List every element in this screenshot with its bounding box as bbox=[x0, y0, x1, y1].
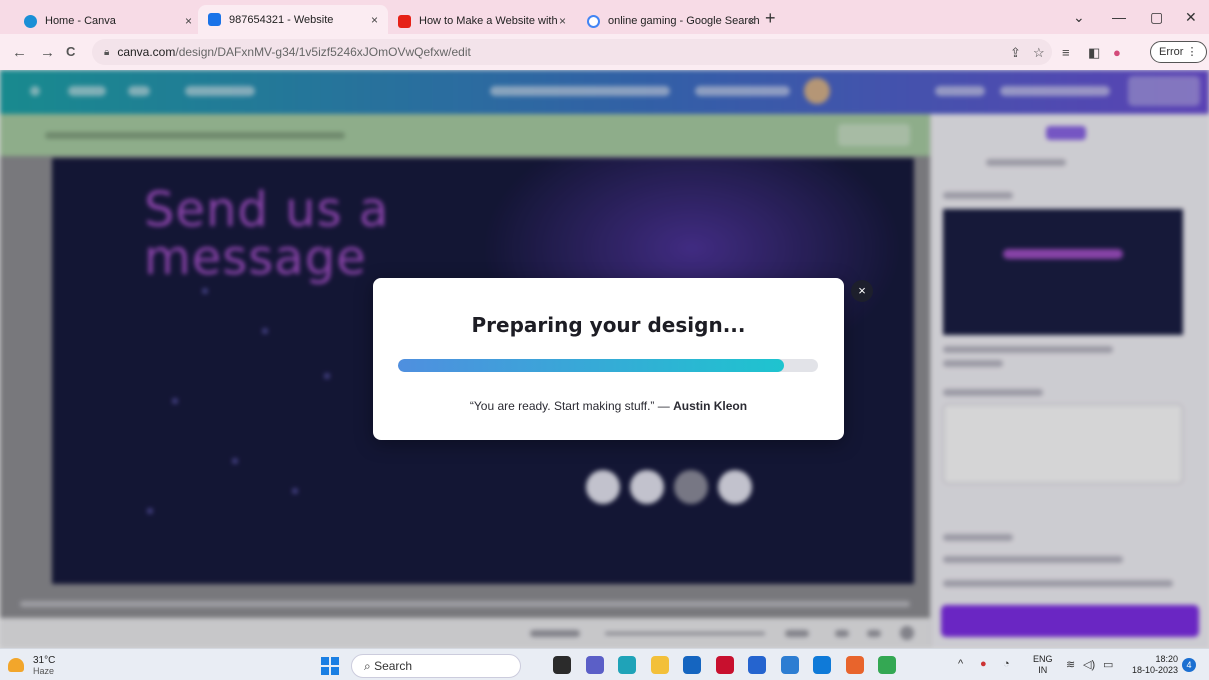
forward-button[interactable]: → bbox=[40, 44, 55, 61]
tab-close-icon[interactable]: × bbox=[185, 14, 192, 28]
url-path: /design/DAFxnMV-g34/1v5izf5246xJOmOVwQef… bbox=[175, 45, 471, 59]
weather-haze-icon[interactable] bbox=[8, 658, 24, 672]
tab-google-search[interactable]: online gaming - Google Search × bbox=[577, 8, 765, 34]
share-icon[interactable]: ⇪ bbox=[1010, 45, 1021, 61]
chat-icon[interactable] bbox=[585, 656, 604, 674]
reading-list-icon[interactable]: ≡ bbox=[1062, 45, 1070, 60]
volume-icon[interactable]: ◁) bbox=[1083, 658, 1095, 671]
google-favicon-icon bbox=[587, 14, 600, 28]
new-tab-button[interactable]: + bbox=[765, 8, 776, 29]
address-bar[interactable]: 🔒︎ canva.com/design/DAFxnMV-g34/1v5izf52… bbox=[92, 39, 1052, 65]
minimize-button[interactable]: — bbox=[1112, 9, 1126, 25]
quote-author: Austin Kleon bbox=[673, 399, 748, 413]
tab-title: 987654321 - Website bbox=[229, 13, 334, 26]
bookmark-star-icon[interactable]: ☆ bbox=[1033, 45, 1045, 61]
lock-icon: 🔒︎ bbox=[104, 46, 110, 58]
network-tray-icon[interactable]: ◔ bbox=[1003, 658, 1010, 670]
reload-button[interactable]: C bbox=[66, 44, 75, 59]
browser-toolbar: ← → C 🔒︎ canva.com/design/DAFxnMV-g34/1v… bbox=[0, 34, 1209, 70]
file-explorer-icon[interactable] bbox=[650, 656, 669, 674]
canva-favicon-icon bbox=[24, 14, 37, 28]
close-window-button[interactable]: ✕ bbox=[1185, 9, 1197, 26]
progress-bar-fill bbox=[398, 359, 785, 372]
profile-error-chip[interactable]: Error ⋮ bbox=[1150, 41, 1207, 63]
tab-close-icon[interactable]: × bbox=[559, 14, 566, 28]
side-panel-icon[interactable]: ◧ bbox=[1088, 45, 1100, 61]
mcafee-icon[interactable] bbox=[715, 656, 734, 674]
tab-title: Home - Canva bbox=[45, 15, 116, 27]
back-button[interactable]: ← bbox=[12, 44, 27, 61]
browser-tab-strip: Home - Canva × 987654321 - Website × How… bbox=[0, 0, 1209, 34]
tab-close-icon[interactable]: × bbox=[371, 13, 378, 27]
search-icon: ⌕ bbox=[364, 659, 375, 673]
region-code: IN bbox=[1038, 665, 1048, 675]
url-host: canva.com bbox=[117, 45, 176, 59]
weather-condition[interactable]: Haze bbox=[33, 666, 54, 676]
chrome-icon[interactable] bbox=[878, 656, 896, 674]
windows-start-icon[interactable] bbox=[321, 657, 339, 675]
task-view-icon[interactable] bbox=[553, 656, 571, 674]
dialog-close-button[interactable]: × bbox=[851, 280, 873, 302]
input-language[interactable]: ENG IN bbox=[1033, 654, 1053, 676]
weather-temperature[interactable]: 31°C bbox=[33, 655, 55, 666]
tab-title: How to Make a Website with Ca bbox=[419, 15, 557, 27]
quote-text: “You are ready. Start making stuff.” — bbox=[469, 399, 674, 413]
edge-icon[interactable] bbox=[618, 656, 636, 674]
mail-icon[interactable] bbox=[683, 656, 701, 674]
dialog-title: Preparing your design... bbox=[471, 313, 746, 337]
restore-button[interactable]: ▢ bbox=[1150, 9, 1163, 26]
todo-icon[interactable] bbox=[748, 656, 766, 674]
antivirus-tray-icon[interactable]: ● bbox=[980, 658, 987, 670]
battery-icon[interactable]: ▭ bbox=[1103, 658, 1113, 671]
tab-website[interactable]: 987654321 - Website × bbox=[198, 5, 388, 34]
outlook-icon[interactable] bbox=[813, 656, 831, 674]
wifi-icon[interactable]: ≋ bbox=[1066, 658, 1075, 671]
preparing-design-dialog: Preparing your design... “You are ready.… bbox=[373, 278, 844, 440]
clock-date: 18-10-2023 bbox=[1131, 665, 1178, 675]
tab-home-canva[interactable]: Home - Canva × bbox=[14, 8, 202, 34]
store-icon[interactable] bbox=[780, 656, 799, 674]
search-placeholder: Search bbox=[374, 659, 413, 673]
system-clock[interactable]: 18:20 18-10-2023 bbox=[1128, 654, 1178, 676]
profile-chip-label: Error bbox=[1159, 46, 1184, 58]
clock-time: 18:20 bbox=[1155, 654, 1178, 664]
tab-title: online gaming - Google Search bbox=[608, 15, 760, 27]
tab-close-icon[interactable]: × bbox=[748, 14, 755, 28]
sublime-icon[interactable] bbox=[845, 656, 864, 674]
tab-youtube-tutorial[interactable]: How to Make a Website with Ca × bbox=[388, 8, 576, 34]
notification-badge[interactable]: 4 bbox=[1182, 658, 1196, 672]
taskbar-search-box[interactable]: ⌕ Search bbox=[351, 654, 521, 678]
show-hidden-icons-chevron-icon[interactable]: ^ bbox=[958, 658, 963, 670]
progress-bar bbox=[398, 359, 818, 372]
loading-quote: “You are ready. Start making stuff.” — A… bbox=[373, 399, 844, 413]
website-favicon-icon bbox=[208, 13, 221, 26]
windows-taskbar: 31°C Haze ⌕ Search ^ ● ◔ ENG IN ≋ ◁) ▭ 1… bbox=[0, 648, 1209, 680]
tab-search-chevron-icon[interactable]: ⌄ bbox=[1073, 9, 1085, 26]
youtube-favicon-icon bbox=[398, 14, 411, 28]
language-code: ENG bbox=[1033, 654, 1053, 664]
profile-avatar-icon[interactable]: ● bbox=[1113, 45, 1121, 60]
